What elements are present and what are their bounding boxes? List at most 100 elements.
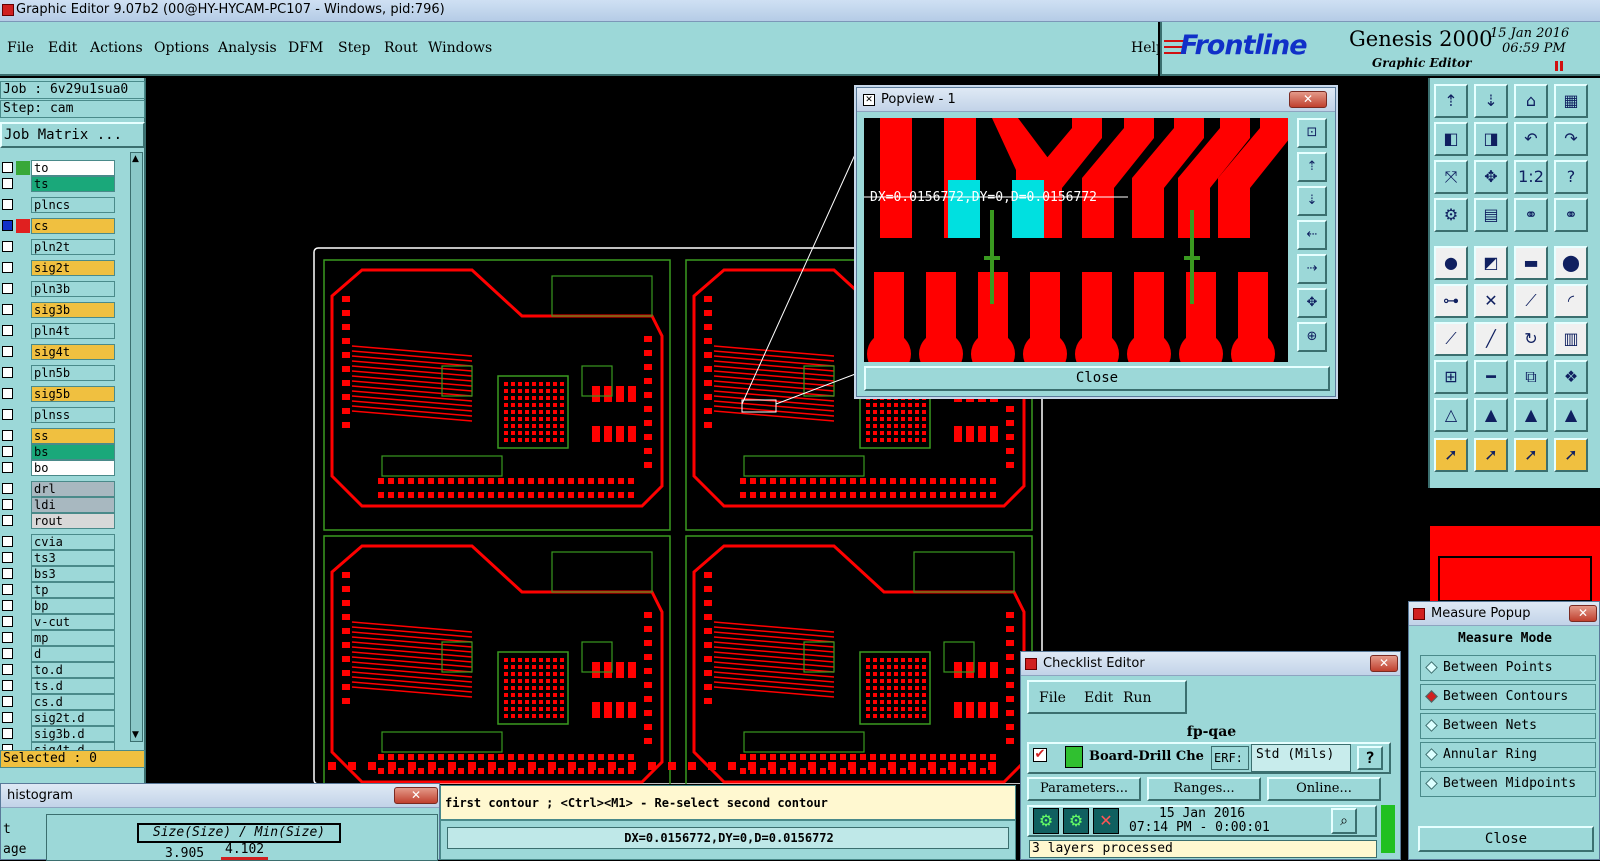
layer-row-sig3b.d[interactable]: sig3b.d xyxy=(0,726,145,742)
pointer-box-icon[interactable]: ➚ xyxy=(1474,438,1508,472)
layer-row-bs3[interactable]: bs3 xyxy=(0,566,145,582)
layer-checkbox[interactable] xyxy=(2,728,13,739)
layer-checkbox[interactable] xyxy=(2,483,13,494)
popview-close-button[interactable]: Close xyxy=(864,366,1330,391)
pointer-multi-icon[interactable]: ➚ xyxy=(1554,438,1588,472)
draw-seg-icon[interactable]: ╱ xyxy=(1474,322,1508,356)
layer-name[interactable]: mp xyxy=(31,630,115,646)
arrow-left-icon[interactable]: ◧ xyxy=(1434,122,1468,156)
query-icon[interactable]: ? xyxy=(1554,160,1588,194)
split-icon[interactable]: ⧉ xyxy=(1514,360,1548,394)
layer-checkbox[interactable] xyxy=(2,162,13,173)
checklist-close-x[interactable]: ✕ xyxy=(1370,655,1398,672)
checklist-menu-edit[interactable]: Edit xyxy=(1084,690,1113,706)
pointer-circle-icon[interactable]: ➚ xyxy=(1514,438,1548,472)
job-matrix-button[interactable]: Job Matrix ... xyxy=(0,122,145,148)
erf-value[interactable]: Std (Mils) xyxy=(1251,744,1351,772)
layer-name[interactable]: v-cut xyxy=(31,614,115,630)
pop-move-left-icon[interactable]: ⇠ xyxy=(1297,220,1327,250)
layer-row-mp[interactable]: mp xyxy=(0,630,145,646)
menu-dfm[interactable]: DFM xyxy=(288,40,323,56)
layer-checkbox[interactable] xyxy=(2,632,13,643)
menu-rout[interactable]: Rout xyxy=(384,40,418,56)
connect-icon[interactable]: ⊶ xyxy=(1434,284,1468,318)
layer-row-pln2t[interactable]: pln2t xyxy=(0,239,145,255)
layer-checkbox[interactable] xyxy=(2,462,13,473)
layer-row-plnss[interactable]: plnss xyxy=(0,407,145,423)
layer-row-sig2t[interactable]: sig2t xyxy=(0,260,145,276)
layers-icon[interactable]: ❖ xyxy=(1554,360,1588,394)
measure-close-button[interactable]: Close xyxy=(1418,826,1594,852)
grid-icon[interactable]: ▦ xyxy=(1554,84,1588,118)
stop-icon[interactable]: ✕ xyxy=(1093,808,1119,834)
home-icon[interactable]: ⌂ xyxy=(1514,84,1548,118)
pointer-icon[interactable]: ➚ xyxy=(1434,438,1468,472)
layer-row-drl[interactable]: drl xyxy=(0,481,145,497)
layer-checkbox[interactable] xyxy=(2,616,13,627)
layer-checkbox[interactable] xyxy=(2,430,13,441)
menu-analysis[interactable]: Analysis xyxy=(218,40,277,56)
triangle-icon[interactable]: △ xyxy=(1434,398,1468,432)
cut-icon[interactable]: ━ xyxy=(1474,360,1508,394)
layer-row-pln4t[interactable]: pln4t xyxy=(0,323,145,339)
draw-line-icon[interactable]: ⟋ xyxy=(1434,322,1468,356)
snap-grid-icon[interactable]: ▤ xyxy=(1474,198,1508,232)
pad-icon[interactable]: ⬤ xyxy=(1554,246,1588,280)
layer-checkbox[interactable] xyxy=(2,241,13,252)
layer-row-pln5b[interactable]: pln5b xyxy=(0,365,145,381)
layer-name[interactable]: pln4t xyxy=(31,323,115,339)
layer-checkbox[interactable] xyxy=(2,680,13,691)
layer-name[interactable]: pln2t xyxy=(31,239,115,255)
pop-move-down-icon[interactable]: ⇣ xyxy=(1297,186,1327,216)
layer-row-sig3b[interactable]: sig3b xyxy=(0,302,145,318)
layer-name[interactable]: bs3 xyxy=(31,566,115,582)
popview-close-x[interactable]: ✕ xyxy=(1289,91,1327,108)
zoom-fit-icon[interactable]: ⤧ xyxy=(1434,160,1468,194)
layer-name[interactable]: rout xyxy=(31,513,115,529)
layer-name[interactable]: to xyxy=(31,160,115,176)
checklist-help-button[interactable]: ? xyxy=(1357,746,1383,770)
layer-name[interactable]: pln3b xyxy=(31,281,115,297)
layer-checkbox[interactable] xyxy=(2,552,13,563)
arrow-right-icon[interactable]: ◨ xyxy=(1474,122,1508,156)
layer-checkbox[interactable] xyxy=(2,325,13,336)
layer-row-sig2t.d[interactable]: sig2t.d xyxy=(0,710,145,726)
pop-move-right-icon[interactable]: ⇢ xyxy=(1297,254,1327,284)
menu-options[interactable]: Options xyxy=(154,40,209,56)
add-pad-icon[interactable]: ⊞ xyxy=(1434,360,1468,394)
layer-name[interactable]: sig5b xyxy=(31,386,115,402)
layer-row-ldi[interactable]: ldi xyxy=(0,497,145,513)
layer-checkbox[interactable] xyxy=(2,446,13,457)
layer-name[interactable]: ts3 xyxy=(31,550,115,566)
measure-option-between-points[interactable]: Between Points xyxy=(1420,655,1596,681)
zoom-icon[interactable]: ⌕ xyxy=(1331,808,1357,834)
layer-checkbox[interactable] xyxy=(2,388,13,399)
menu-edit[interactable]: Edit xyxy=(48,40,77,56)
layer-row-plncs[interactable]: plncs xyxy=(0,197,145,213)
layer-checkbox[interactable] xyxy=(2,220,13,231)
layer-name[interactable]: bs xyxy=(31,444,115,460)
arc-icon[interactable]: ◜ xyxy=(1554,284,1588,318)
layer-row-to.d[interactable]: to.d xyxy=(0,662,145,678)
pan-icon[interactable]: ✥ xyxy=(1474,160,1508,194)
layer-row-ts.d[interactable]: ts.d xyxy=(0,678,145,694)
layer-row-tp[interactable]: tp xyxy=(0,582,145,598)
layer-checkbox[interactable] xyxy=(2,600,13,611)
layer-name[interactable]: cs.d xyxy=(31,694,115,710)
menu-file[interactable]: File xyxy=(7,40,34,56)
layer-checkbox[interactable] xyxy=(2,568,13,579)
radio-diamond-icon[interactable] xyxy=(1425,777,1438,790)
layer-row-ts3[interactable]: ts3 xyxy=(0,550,145,566)
layer-checkbox[interactable] xyxy=(2,696,13,707)
pop-zoom-in-icon[interactable]: ⊡ xyxy=(1297,118,1327,148)
net-sel-icon[interactable]: ⚭ xyxy=(1554,198,1588,232)
layer-row-cs.d[interactable]: cs.d xyxy=(0,694,145,710)
settings-icon[interactable]: ⚙ xyxy=(1434,198,1468,232)
layer-row-bp[interactable]: bp xyxy=(0,598,145,614)
layer-row-d[interactable]: d xyxy=(0,646,145,662)
layer-checkbox[interactable] xyxy=(2,664,13,675)
layer-name[interactable]: ss xyxy=(31,428,115,444)
popview-canvas[interactable]: DX=0.0156772,DY=0,D=0.0156772 xyxy=(864,118,1288,362)
layer-name[interactable]: to.d xyxy=(31,662,115,678)
layer-name[interactable]: ts xyxy=(31,176,115,192)
